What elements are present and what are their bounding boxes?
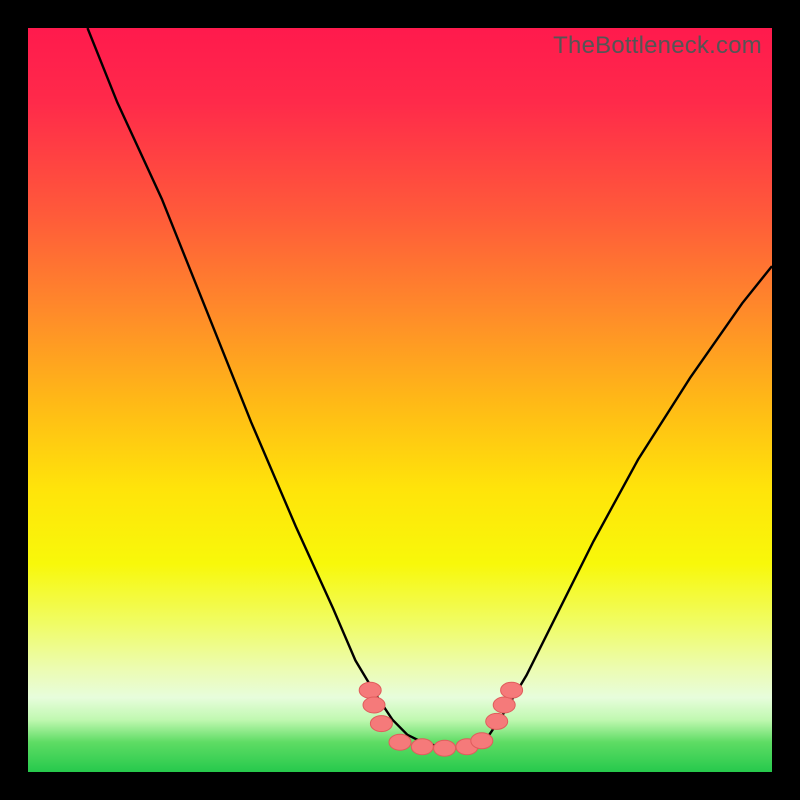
valley-marker — [486, 713, 508, 729]
valley-marker — [501, 682, 523, 698]
valley-marker — [363, 697, 385, 713]
left-curve-path — [88, 28, 460, 748]
plot-area: TheBottleneck.com — [28, 28, 772, 772]
valley-marker — [370, 716, 392, 732]
valley-marker — [359, 682, 381, 698]
valley-markers — [359, 682, 522, 756]
chart-frame: TheBottleneck.com — [0, 0, 800, 800]
curve-layer — [28, 28, 772, 772]
valley-marker — [434, 740, 456, 756]
valley-marker — [389, 734, 411, 750]
valley-marker — [471, 733, 493, 749]
valley-marker — [411, 739, 433, 755]
valley-marker — [493, 697, 515, 713]
right-curve-path — [460, 266, 773, 748]
